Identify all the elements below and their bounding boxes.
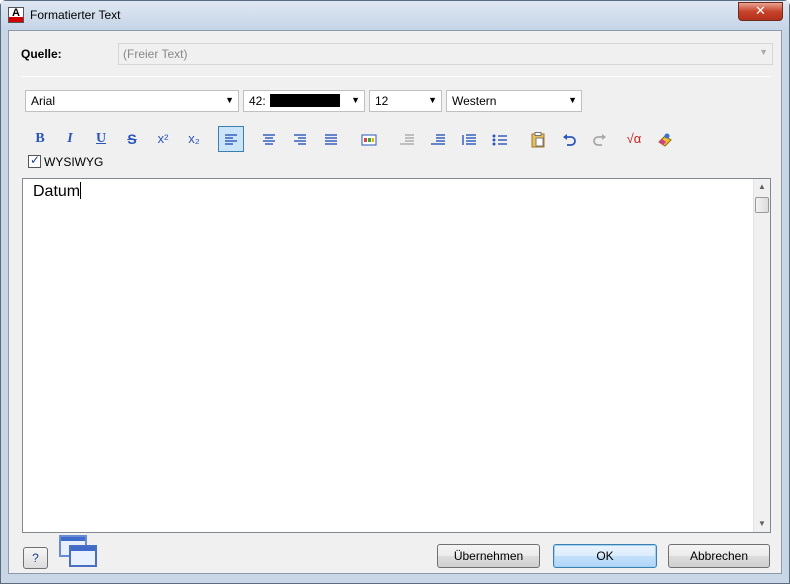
close-button[interactable]: ✕: [738, 2, 783, 21]
dialog-window: A Formatierter Text ✕ Quelle: (Freier Te…: [0, 0, 790, 584]
quelle-label: Quelle:: [21, 47, 62, 61]
chevron-down-icon: ▼: [428, 95, 437, 105]
charset-dropdown[interactable]: Western ▼: [446, 90, 582, 112]
font-dropdown[interactable]: Arial ▼: [25, 90, 239, 112]
bullet-list-button[interactable]: [487, 126, 513, 152]
color-swatch: [269, 94, 340, 107]
undo-button[interactable]: [556, 126, 582, 152]
color-value: 42:: [249, 94, 266, 108]
redo-button[interactable]: [587, 126, 613, 152]
text-editor[interactable]: Datum ▲ ▼: [22, 178, 771, 533]
redo-icon: [593, 134, 606, 147]
superscript-button[interactable]: x²: [150, 126, 176, 152]
window-title: Formatierter Text: [30, 8, 121, 22]
increase-indent-button[interactable]: [425, 126, 451, 152]
underline-button[interactable]: U: [88, 126, 114, 152]
font-value: Arial: [31, 94, 56, 108]
apply-button[interactable]: Übernehmen: [437, 544, 540, 568]
justify-button[interactable]: [318, 126, 344, 152]
quelle-value: (Freier Text): [123, 47, 188, 61]
editor-content[interactable]: Datum: [33, 182, 82, 201]
align-right-icon: [294, 134, 306, 145]
field-insert-button[interactable]: [356, 126, 382, 152]
checkbox-checked[interactable]: [28, 153, 41, 168]
dialog-body: Quelle: (Freier Text) ▼ Arial ▼ 42: ▼ 12…: [8, 30, 782, 574]
wysiwyg-checkbox[interactable]: WYSIWYG: [28, 153, 104, 169]
italic-button[interactable]: I: [57, 126, 83, 152]
cancel-button[interactable]: Abbrechen: [668, 544, 770, 568]
subscript-button[interactable]: x₂: [181, 126, 207, 152]
bold-button[interactable]: B: [27, 126, 53, 152]
divider: [21, 76, 771, 77]
scroll-up-icon[interactable]: ▲: [754, 179, 770, 195]
windows-icon[interactable]: [59, 535, 101, 571]
help-button[interactable]: ?: [23, 547, 48, 569]
window-front-icon: [69, 545, 97, 567]
format-toolbar: B I U S x² x₂ √α: [27, 126, 687, 152]
align-center-button[interactable]: [256, 126, 282, 152]
align-center-icon: [263, 134, 275, 145]
line-spacing-icon: [462, 134, 476, 146]
wysiwyg-label: WYSIWYG: [44, 155, 104, 169]
field-icon: [361, 134, 377, 146]
chevron-down-icon: ▼: [759, 47, 768, 57]
title-bar[interactable]: A Formatierter Text ✕: [1, 1, 789, 30]
chevron-down-icon: ▼: [568, 95, 577, 105]
clear-format-button[interactable]: [652, 126, 678, 152]
color-dropdown[interactable]: 42: ▼: [243, 90, 365, 112]
outdent-icon: [400, 134, 414, 145]
indent-icon: [431, 134, 445, 145]
ok-button[interactable]: OK: [553, 544, 657, 568]
align-left-icon: [225, 134, 237, 145]
size-dropdown[interactable]: 12 ▼: [369, 90, 442, 112]
scroll-thumb[interactable]: [755, 197, 769, 213]
vertical-scrollbar[interactable]: ▲ ▼: [753, 179, 770, 532]
quelle-dropdown[interactable]: (Freier Text) ▼: [118, 43, 773, 65]
decrease-indent-button[interactable]: [394, 126, 420, 152]
size-value: 12: [375, 94, 389, 108]
chevron-down-icon: ▼: [225, 95, 234, 105]
align-right-button[interactable]: [287, 126, 313, 152]
align-left-button[interactable]: [218, 126, 244, 152]
undo-icon: [563, 134, 576, 147]
charset-value: Western: [452, 94, 497, 108]
justify-icon: [325, 134, 337, 145]
strikethrough-button[interactable]: S: [119, 126, 145, 152]
app-logo-icon: A: [8, 7, 24, 23]
line-spacing-button[interactable]: [456, 126, 482, 152]
text-caret: [80, 182, 82, 199]
symbol-button[interactable]: √α: [621, 126, 647, 152]
bullet-list-icon: [492, 134, 507, 146]
chevron-down-icon: ▼: [351, 95, 360, 105]
clipboard-icon: [531, 132, 545, 148]
scroll-down-icon[interactable]: ▼: [754, 516, 770, 532]
paste-button[interactable]: [525, 126, 551, 152]
editor-text: Datum: [33, 183, 81, 200]
eraser-icon: [658, 133, 672, 147]
